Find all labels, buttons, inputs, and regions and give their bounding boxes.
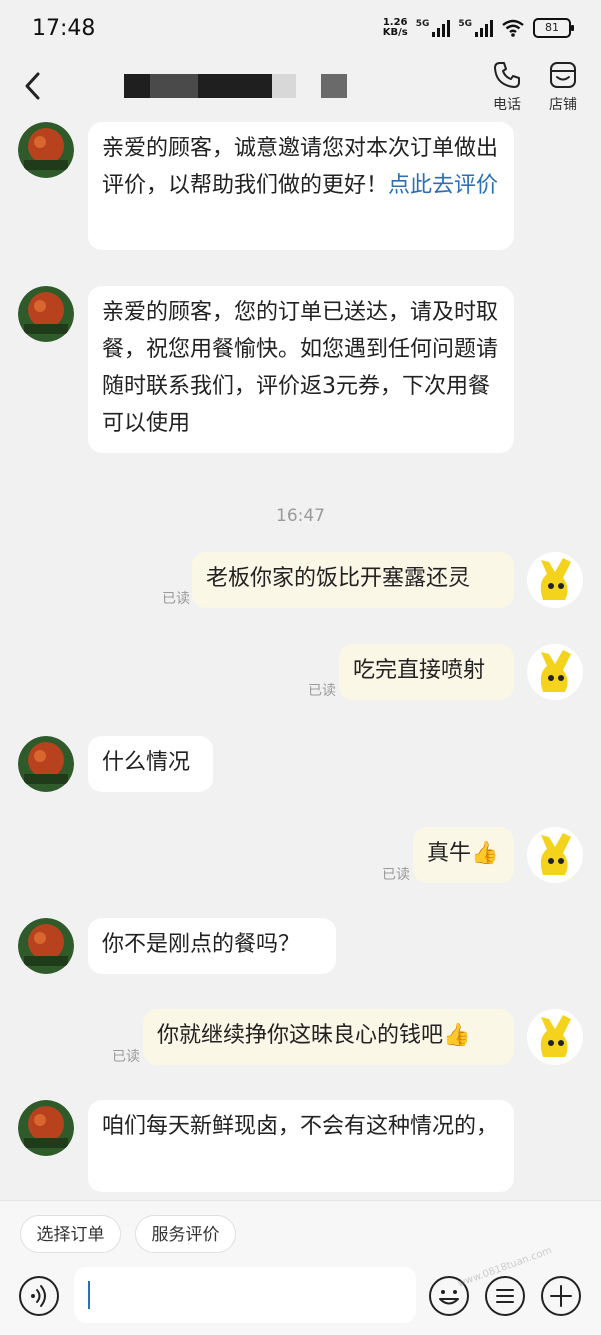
voice-icon[interactable] [18,1275,60,1317]
status-icons: 1.26 KB/s 5G 5G 81 [382,17,574,38]
text-caret [88,1281,90,1309]
status-bar: 17:48 1.26 KB/s 5G 5G 81 [0,0,601,60]
store-button[interactable]: 店铺 [538,60,588,114]
message-input[interactable] [74,1267,416,1323]
signal-sim1-icon: 5G [416,19,451,37]
phone-icon [494,62,520,88]
plus-icon[interactable] [540,1275,582,1317]
review-link[interactable]: 点此去评价 [388,173,498,198]
read-status: 已读 [112,1049,140,1065]
shop-avatar[interactable] [18,918,74,974]
phone-label: 电话 [493,97,521,113]
message-bubble: 吃完直接喷射 [339,644,514,700]
store-icon [550,62,576,88]
read-status: 已读 [308,683,336,699]
message-bubble: 你就继续挣你这昧良心的钱吧👍 [143,1009,514,1065]
chat-header: 电话 店铺 [0,60,601,122]
timestamp: 16:47 [276,506,325,526]
message-bubble: 真牛👍 [413,827,514,883]
message-bubble: 老板你家的饭比开塞露还灵 [192,552,514,608]
read-status: 已读 [162,591,190,607]
thumbs-up-icon: 👍 [471,841,499,866]
shop-avatar[interactable] [18,736,74,792]
shop-avatar[interactable] [18,122,74,178]
store-label: 店铺 [549,97,577,113]
status-time: 17:48 [32,16,96,41]
message-bubble: 咱们每天新鲜现卤，不会有这种情况的， [88,1100,514,1192]
service-review-chip[interactable]: 服务评价 [135,1215,236,1253]
thumbs-up-icon: 👍 [443,1023,471,1048]
user-avatar[interactable] [527,552,583,608]
wifi-icon [502,19,524,37]
select-order-chip[interactable]: 选择订单 [20,1215,121,1253]
shop-avatar[interactable] [18,1100,74,1156]
phone-button[interactable]: 电话 [482,60,532,114]
message-bubble: 亲爱的顾客，您的订单已送达，请及时取餐，祝您用餐愉快。如您遇到任何问题请随时联系… [88,286,514,453]
network-speed: 1.26 KB/s [382,17,408,38]
message-bubble: 亲爱的顾客，诚意邀请您对本次订单做出评价，以帮助我们做的更好！点此去评价 [88,122,514,250]
signal-sim2-icon: 5G [458,19,493,37]
user-avatar[interactable] [527,644,583,700]
user-avatar[interactable] [527,1009,583,1065]
shop-avatar[interactable] [18,286,74,342]
battery-indicator: 81 [533,18,574,38]
message-bubble: 你不是刚点的餐吗？ [88,918,336,974]
list-icon[interactable] [484,1275,526,1317]
back-arrow-icon[interactable] [18,68,48,104]
user-avatar[interactable] [527,827,583,883]
read-status: 已读 [382,867,410,883]
message-bubble: 什么情况 [88,736,213,792]
chat-list[interactable]: 亲爱的顾客，诚意邀请您对本次订单做出评价，以帮助我们做的更好！点此去评价 亲爱的… [0,122,601,1200]
